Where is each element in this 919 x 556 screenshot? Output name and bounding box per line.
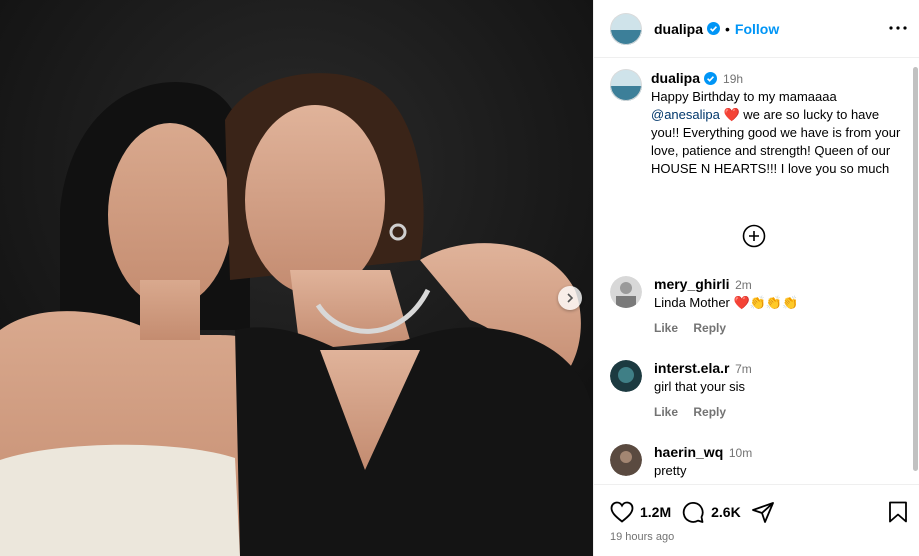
follow-button[interactable]: Follow: [735, 21, 779, 37]
next-photo-button[interactable]: [558, 286, 582, 310]
share-button[interactable]: [751, 500, 775, 524]
avatar-image: [610, 444, 642, 476]
comment-item: interst.ela.r 7m girl that your sis Like…: [610, 360, 910, 419]
comment-username[interactable]: mery_ghirli: [654, 276, 729, 292]
likes-count[interactable]: 1.2M: [640, 504, 671, 520]
comments-count[interactable]: 2.6K: [711, 504, 741, 520]
comment-item: mery_ghirli 2m Linda Mother ❤️👏👏👏 Like R…: [610, 276, 910, 335]
caption-text-start: Happy Birthday to my mamaaaa: [651, 89, 837, 104]
avatar-image: [610, 360, 642, 392]
post-photo[interactable]: [0, 0, 593, 556]
bookmark-icon: [889, 501, 907, 523]
comments-scrollbar[interactable]: [911, 59, 919, 484]
comment-time: 2m: [735, 278, 752, 292]
more-options-icon: [889, 26, 907, 30]
posted-time: 19 hours ago: [610, 531, 675, 543]
separator-dot: •: [725, 20, 730, 37]
avatar-image: [610, 12, 642, 45]
comment-username[interactable]: interst.ela.r: [654, 360, 729, 376]
comment-time: 7m: [735, 362, 752, 376]
comments-list[interactable]: dualipa 19h Happy Birthday to my mamaaaa …: [594, 59, 919, 484]
verified-badge-icon: [707, 22, 721, 35]
post-header: dualipa • Follow: [594, 0, 919, 58]
comment-username[interactable]: haerin_wq: [654, 444, 723, 460]
post-caption: dualipa 19h Happy Birthday to my mamaaaa …: [610, 69, 910, 178]
caption-avatar[interactable]: [610, 69, 642, 101]
commenter-avatar[interactable]: [610, 276, 642, 308]
comment-text: Linda Mother: [654, 295, 734, 310]
like-button[interactable]: 1.2M: [610, 501, 671, 523]
like-comment-button[interactable]: Like: [654, 405, 678, 419]
comment-time: 10m: [728, 446, 753, 460]
comment-text: girl that your sis: [654, 379, 746, 394]
like-comment-button[interactable]: Like: [654, 321, 678, 335]
post-side-panel: dualipa • Follow dualipa 19h Happy Birth…: [593, 0, 919, 556]
save-button[interactable]: [888, 501, 908, 526]
comment-emoji: ❤️👏👏👏: [733, 295, 799, 310]
avatar-image: [610, 276, 642, 308]
add-comment-icon: [742, 224, 766, 248]
caption-time: 19h: [723, 72, 744, 86]
comment-icon: [682, 502, 704, 523]
avatar-image: [610, 69, 642, 101]
reply-button[interactable]: Reply: [693, 405, 726, 419]
commenter-avatar[interactable]: [610, 444, 642, 476]
reply-button[interactable]: Reply: [693, 321, 726, 335]
comment-button[interactable]: 2.6K: [681, 500, 741, 524]
commenter-avatar[interactable]: [610, 360, 642, 392]
more-options-button[interactable]: [888, 18, 908, 38]
heart-emoji: ❤️: [723, 107, 740, 122]
load-more-comments-button[interactable]: [742, 224, 766, 248]
photo-image: [0, 0, 593, 556]
heart-icon: [610, 501, 634, 523]
verified-badge-icon: [704, 72, 718, 85]
post-footer: 1.2M 2.6K 19 hours ago: [594, 484, 919, 556]
author-username[interactable]: dualipa: [654, 21, 703, 37]
chevron-right-icon: [567, 293, 574, 303]
caption-username[interactable]: dualipa: [651, 70, 700, 86]
caption-mention[interactable]: @anesalipa: [651, 107, 720, 122]
scrollbar-thumb[interactable]: [913, 67, 918, 471]
action-bar: 1.2M 2.6K: [610, 499, 785, 525]
comment-text: pretty: [654, 463, 687, 478]
author-avatar[interactable]: [610, 12, 642, 45]
comment-item: haerin_wq 10m pretty: [610, 444, 910, 479]
share-icon: [751, 502, 774, 523]
